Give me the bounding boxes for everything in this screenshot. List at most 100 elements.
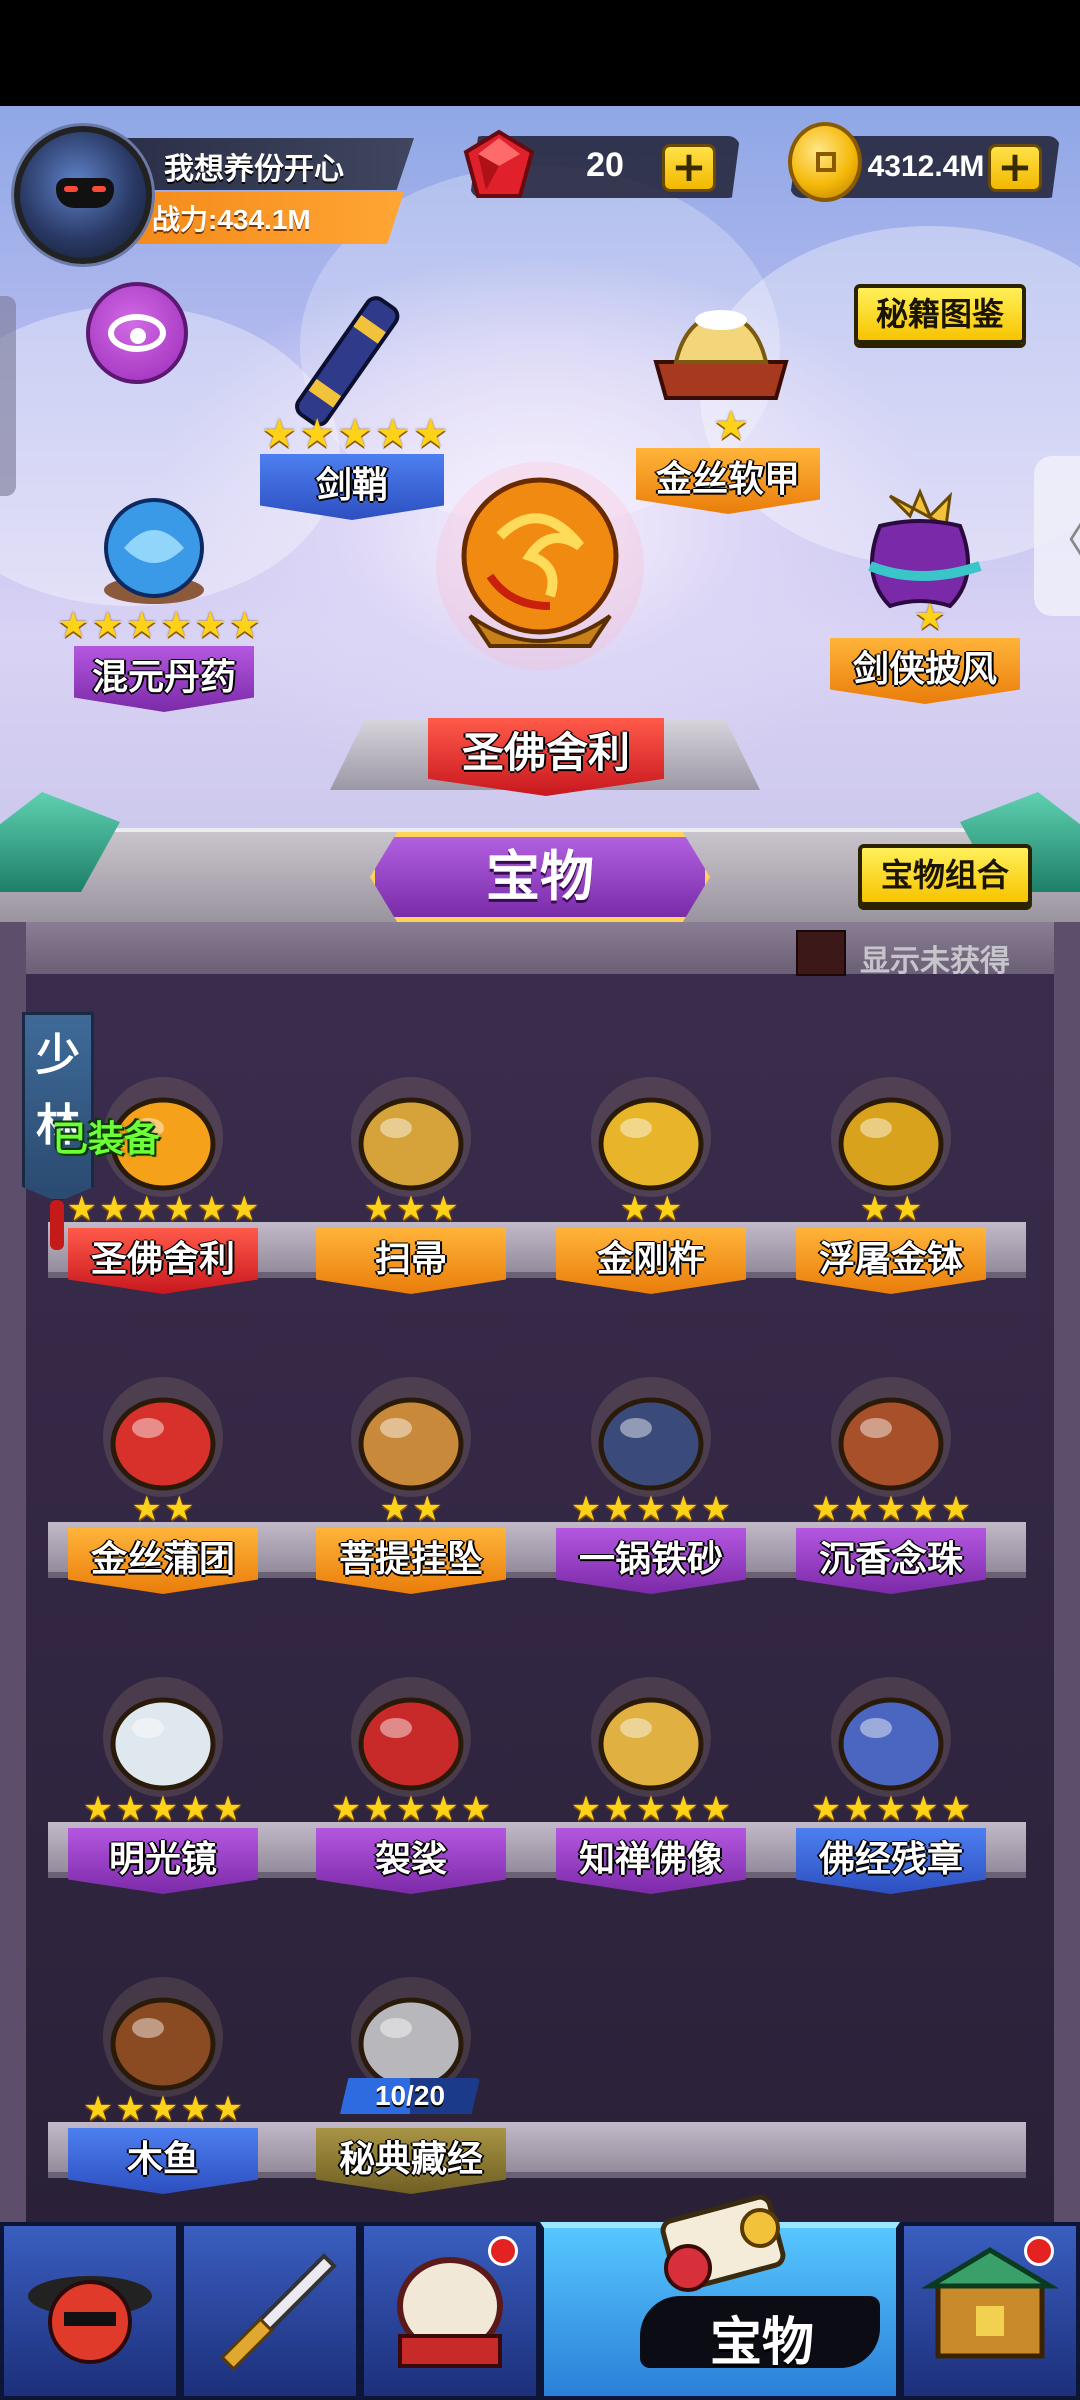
treasure-item[interactable]: ★ ★ ★ ★ ★ 知禅佛像 <box>556 1652 746 1902</box>
add-gold-button[interactable]: + <box>988 144 1042 192</box>
star-icon: ★ <box>428 1189 459 1229</box>
item-name-banner: 金丝蒲团 <box>68 1528 258 1594</box>
notification-dot <box>1024 2236 1054 2266</box>
item-name-banner: 金刚杵 <box>556 1228 746 1294</box>
star-icon: ★ <box>570 1789 602 1829</box>
star-icon: ★ <box>619 1189 650 1229</box>
sect-tag-shaolin[interactable]: 少林 <box>22 1012 94 1202</box>
show-unowned-checkbox[interactable] <box>796 930 846 976</box>
star-icon: ★ <box>363 1189 394 1229</box>
star-icon: ★ <box>125 605 158 646</box>
gold-count: 4312.4M <box>867 150 985 183</box>
progress-text: 10/20 <box>374 2080 446 2111</box>
star-icon: ★ <box>131 1489 162 1529</box>
player-card[interactable]: 我想养份开心 战力:434.1M <box>14 126 414 264</box>
item-stars: ★ ★ ★ ★ ★ <box>796 1492 986 1526</box>
treasure-item[interactable]: ★ ★ ★ ★ ★ ★ 圣佛舍利 <box>66 1052 260 1302</box>
item-stars: ★ ★ ★ ★ ★ <box>68 1792 258 1826</box>
star-icon: ★ <box>875 1789 907 1829</box>
item-stars: ★ ★ ★ ★ ★ <box>796 1792 986 1826</box>
status-bar <box>0 0 1080 106</box>
star-icon: ★ <box>147 1789 179 1829</box>
item-name-banner: 扫帚 <box>316 1228 506 1294</box>
treasure-item[interactable]: 秘典藏经 <box>316 1952 506 2202</box>
star-icon: ★ <box>212 1789 244 1829</box>
treasure-item[interactable]: ★ ★ 菩提挂坠 <box>316 1352 506 1602</box>
view-toggle-button[interactable] <box>86 282 188 384</box>
star-icon: ★ <box>940 1489 972 1529</box>
star-icon: ★ <box>194 605 227 646</box>
treasure-item[interactable]: ★ ★ ★ ★ ★ 明光镜 <box>68 1652 258 1902</box>
section-title: 宝物 <box>370 832 710 922</box>
treasure-item-icon <box>103 1677 223 1797</box>
star-icon: ★ <box>412 411 449 457</box>
gem-count: 20 <box>586 146 624 184</box>
star-icon: ★ <box>940 1789 972 1829</box>
item-stars: ★ ★ <box>796 1192 986 1226</box>
treasure-item-icon <box>351 1077 471 1197</box>
star-icon: ★ <box>212 2089 244 2129</box>
buddha-relic-orb-icon <box>436 462 644 670</box>
treasure-item[interactable]: ★ ★ ★ ★ ★ 沉香念珠 <box>796 1352 986 1602</box>
masked-hero-icon <box>28 2276 152 2364</box>
star-icon: ★ <box>700 1789 732 1829</box>
nav-hero-button[interactable] <box>0 2222 180 2400</box>
item-name-banner: 一锅铁砂 <box>556 1528 746 1594</box>
gold-coin-icon <box>788 122 862 202</box>
treasure-item[interactable]: ★ ★ 金刚杵 <box>556 1052 746 1302</box>
treasure-item[interactable]: ★ ★ 浮屠金钵 <box>796 1052 986 1302</box>
star-icon: ★ <box>228 605 261 646</box>
star-icon: ★ <box>337 411 373 457</box>
slot-stars: ★ ★ ★ ★ ★ ★ <box>54 608 264 644</box>
scabbard-icon <box>295 296 400 426</box>
star-icon: ★ <box>228 1189 260 1229</box>
treasure-item-icon <box>351 1377 471 1497</box>
star-icon: ★ <box>603 1489 634 1529</box>
right-drawer-handle[interactable]: 〈 <box>1034 456 1080 616</box>
star-icon: ★ <box>363 1789 394 1829</box>
show-unowned-label[interactable]: 显示未获得 <box>860 936 1010 980</box>
codex-button[interactable]: 秘籍图鉴 <box>854 284 1026 344</box>
nav-drum-button[interactable] <box>360 2222 540 2400</box>
item-stars: ★ ★ ★ ★ ★ <box>556 1492 746 1526</box>
treasure-item[interactable]: ★ ★ ★ ★ ★ 佛经残章 <box>796 1652 986 1902</box>
item-name-banner: 秘典藏经 <box>316 2128 506 2194</box>
combat-power: 战力:434.1M <box>152 204 311 235</box>
star-icon: ★ <box>66 1189 98 1229</box>
item-name-banner: 菩提挂坠 <box>316 1528 506 1594</box>
star-icon: ★ <box>810 1489 842 1529</box>
star-icon: ★ <box>395 1189 427 1229</box>
treasure-item[interactable]: ★ ★ ★ 扫帚 <box>316 1052 506 1302</box>
star-icon: ★ <box>668 1789 699 1829</box>
item-name-banner: 知禅佛像 <box>556 1828 746 1894</box>
avatar[interactable] <box>14 126 152 264</box>
treasure-item[interactable]: ★ ★ 金丝蒲团 <box>68 1352 258 1602</box>
item-stars: ★ ★ <box>316 1492 506 1526</box>
nav-shop-button[interactable] <box>900 2222 1080 2400</box>
nav-weapon-button[interactable] <box>180 2222 360 2400</box>
star-icon: ★ <box>700 1489 732 1529</box>
star-icon: ★ <box>82 2089 114 2129</box>
avatar-eye <box>64 186 78 192</box>
notification-dot <box>488 2236 518 2266</box>
coin-hole <box>816 152 836 172</box>
left-drawer-handle[interactable] <box>0 296 16 496</box>
item-name-banner: 浮屠金钵 <box>796 1228 986 1294</box>
star-icon: ★ <box>913 597 947 638</box>
item-name-banner: 木鱼 <box>68 2128 258 2194</box>
star-icon: ★ <box>379 1489 410 1529</box>
item-stars: ★ ★ ★ ★ ★ <box>68 2092 258 2126</box>
nav-treasure-label: 宝物 <box>709 2314 814 2372</box>
item-name-banner: 明光镜 <box>68 1828 258 1894</box>
star-icon: ★ <box>908 1789 939 1829</box>
star-icon: ★ <box>261 411 298 457</box>
treasure-item[interactable]: ★ ★ ★ ★ ★ 袈裟 <box>316 1652 506 1902</box>
treasure-combo-button[interactable]: 宝物组合 <box>858 844 1032 906</box>
star-icon: ★ <box>652 1189 683 1229</box>
equipped-badge: 已装备 <box>52 1118 161 1159</box>
treasure-item[interactable]: ★ ★ ★ ★ ★ 一锅铁砂 <box>556 1352 746 1602</box>
add-gems-button[interactable]: + <box>662 144 716 192</box>
treasure-item-icon <box>591 1677 711 1797</box>
avatar-eye <box>92 186 106 192</box>
treasure-item[interactable]: ★ ★ ★ ★ ★ 木鱼 <box>68 1952 258 2202</box>
